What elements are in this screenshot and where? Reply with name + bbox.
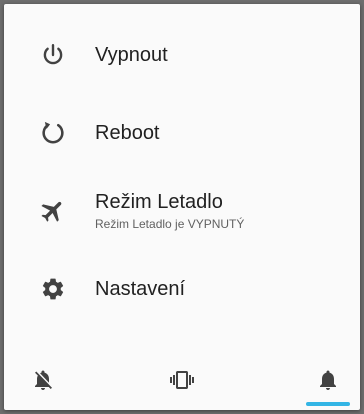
menu-item-label: Nastavení [95, 278, 186, 300]
vibrate-icon [170, 368, 194, 392]
bell-off-icon [31, 368, 55, 392]
menu-item-power-off[interactable]: Vypnout [4, 16, 360, 94]
sound-mode-bar [4, 352, 360, 410]
selected-mode-indicator [306, 402, 350, 406]
power-icon [38, 40, 68, 70]
vibrate-mode-button[interactable] [152, 356, 212, 404]
menu-item-settings[interactable]: Nastavení [4, 250, 360, 328]
settings-icon [38, 274, 68, 304]
menu-item-sublabel: Režim Letadlo je VYPNUTÝ [95, 217, 245, 231]
restart-icon [38, 118, 68, 148]
silent-mode-button[interactable] [13, 356, 73, 404]
airplane-icon [38, 196, 68, 226]
menu-item-label: Režim Letadlo [95, 191, 223, 213]
menu-item-reboot[interactable]: Reboot [4, 94, 360, 172]
sound-mode-button[interactable] [298, 356, 358, 404]
power-menu-dialog: Vypnout Reboot Režim Letadlo Režim Letad… [4, 4, 360, 410]
menu-item-label: Vypnout [95, 44, 168, 66]
menu-item-label: Reboot [95, 122, 160, 144]
menu-item-airplane-mode[interactable]: Režim Letadlo Režim Letadlo je VYPNUTÝ [4, 172, 360, 250]
bell-icon [316, 368, 340, 392]
